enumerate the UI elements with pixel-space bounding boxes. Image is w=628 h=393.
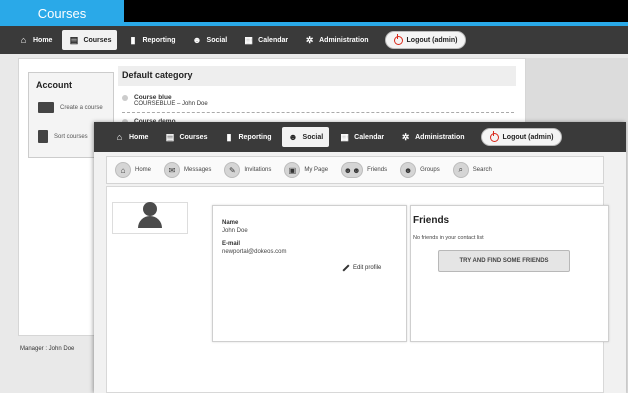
course-detail: COURSEBLUE – John Doe (134, 101, 208, 107)
nav-label: Administration (415, 133, 465, 141)
subnav-label: Friends (367, 167, 388, 173)
create-course-icon (38, 102, 54, 113)
nav-calendar[interactable]: ▦ Calendar (237, 30, 294, 50)
nav-label: Courses (179, 133, 208, 141)
bar-chart-icon: ▮ (130, 34, 136, 45)
search-icon: ⌕ (452, 162, 469, 178)
nav-label: Home (129, 133, 149, 141)
power-icon (393, 33, 403, 45)
groups-icon: ☻ (400, 162, 417, 178)
friends-title: Friends (413, 215, 450, 226)
find-friends-button[interactable]: TRY AND FIND SOME FRIENDS (438, 250, 570, 272)
nav-reporting[interactable]: ▮ Reporting (121, 30, 181, 50)
account-title: Account (36, 80, 72, 90)
course-bullet-icon (122, 95, 128, 101)
messages-icon: ✉ (164, 162, 181, 178)
edit-profile-link[interactable]: Edit profile (342, 264, 382, 272)
subnav-groups[interactable]: ☻ Groups (400, 162, 440, 178)
subnav-home[interactable]: ⌂ Home (115, 162, 151, 178)
calendar-icon: ▦ (340, 131, 349, 142)
name-value: John Doe (222, 228, 248, 234)
sort-courses-icon (38, 130, 48, 143)
home-icon: ⌂ (115, 162, 131, 178)
create-course-link[interactable]: Create a course (38, 102, 103, 113)
sort-courses-link[interactable]: Sort courses (38, 130, 88, 143)
nav-calendar[interactable]: ▦ Calendar (333, 127, 390, 147)
nav-reporting[interactable]: ▮ Reporting (217, 127, 277, 147)
subnav-label: Messages (184, 167, 212, 173)
nav-label: Reporting (238, 133, 272, 141)
nav-label: Calendar (258, 36, 289, 44)
subnav-label: Groups (420, 167, 440, 173)
bar-chart-icon: ▮ (226, 131, 232, 142)
people-icon: ☻ (288, 131, 298, 142)
profile-card (212, 205, 407, 342)
nav-label: Administration (319, 36, 369, 44)
nav-social[interactable]: ☻ Social (186, 30, 234, 50)
nav-courses[interactable]: ▤ Courses (62, 30, 118, 50)
email-value: newportal@dokeos.com (222, 249, 287, 255)
subnav-label: Search (472, 167, 492, 173)
people-icon: ☻ (192, 34, 202, 45)
course-item[interactable]: Course blue COURSEBLUE – John Doe (122, 94, 208, 107)
nav-administration[interactable]: ✲ Administration (298, 30, 374, 50)
pencil-icon (342, 264, 350, 272)
pen-icon: ✎ (224, 162, 241, 178)
nav-social[interactable]: ☻ Social (281, 127, 330, 147)
nav-label: Social (302, 133, 324, 141)
calendar-icon: ▦ (244, 34, 253, 45)
subnav-label: Home (135, 167, 152, 173)
back-main-nav: ⌂ Home ▤ Courses ▮ Reporting ☻ Social ▦ Calen… (0, 26, 628, 54)
subnav-label: My Page (304, 167, 329, 173)
name-label: Name (222, 220, 239, 226)
window-title-tab[interactable]: Courses (0, 0, 124, 26)
create-course-label: Create a course (60, 104, 103, 111)
power-icon (489, 130, 499, 142)
edit-profile-label: Edit profile (353, 265, 382, 271)
sort-courses-label: Sort courses (54, 133, 88, 140)
logout-label: Logout (admin) (502, 133, 554, 141)
email-label: E-mail (222, 241, 241, 247)
subnav-invitations[interactable]: ✎ Invitations (224, 162, 271, 178)
subnav-messages[interactable]: ✉ Messages (164, 162, 211, 178)
book-icon: ▤ (165, 131, 175, 142)
window-title-bar (124, 0, 628, 22)
nav-label: Courses (83, 36, 112, 44)
course-name[interactable]: Course blue (134, 94, 208, 101)
subnav-friends[interactable]: ☻☻ Friends (341, 162, 387, 178)
front-window: ⌂ Home ▤ Courses ▮ Reporting ☻ Social ▦ Calen… (94, 122, 626, 393)
subnav-search[interactable]: ⌕ Search (452, 162, 492, 178)
friends-icon: ☻☻ (341, 162, 364, 178)
friends-empty-text: No friends in your contact list (413, 235, 484, 241)
book-icon: ▤ (69, 34, 79, 45)
gear-icon: ✲ (305, 34, 314, 45)
nav-courses[interactable]: ▤ Courses (158, 127, 213, 147)
category-heading: Default category (118, 66, 516, 86)
nav-home[interactable]: ⌂ Home (12, 30, 58, 50)
nav-label: Home (33, 36, 53, 44)
home-icon: ⌂ (116, 131, 123, 142)
nav-administration[interactable]: ✲ Administration (394, 127, 470, 147)
nav-label: Calendar (354, 133, 385, 141)
nav-label: Social (206, 36, 228, 44)
logout-button[interactable]: Logout (admin) (480, 128, 563, 146)
nav-home[interactable]: ⌂ Home (108, 127, 154, 147)
logout-label: Logout (admin) (406, 36, 458, 44)
home-icon: ⌂ (20, 34, 27, 45)
nav-label: Reporting (142, 36, 176, 44)
front-main-nav: ⌂ Home ▤ Courses ▮ Reporting ☻ Social ▦ Calen… (94, 122, 626, 152)
logout-button[interactable]: Logout (admin) (384, 31, 467, 49)
social-subnav: ⌂ Home ✉ Messages ✎ Invitations ▣ My Page ☻☻… (106, 156, 604, 184)
manager-info: Manager : John Doe (20, 346, 75, 352)
page-icon: ▣ (284, 162, 301, 178)
subnav-my-page[interactable]: ▣ My Page (284, 162, 328, 178)
subnav-label: Invitations (244, 167, 272, 173)
avatar-icon (143, 202, 157, 216)
divider (122, 112, 514, 113)
gear-icon: ✲ (401, 131, 410, 142)
